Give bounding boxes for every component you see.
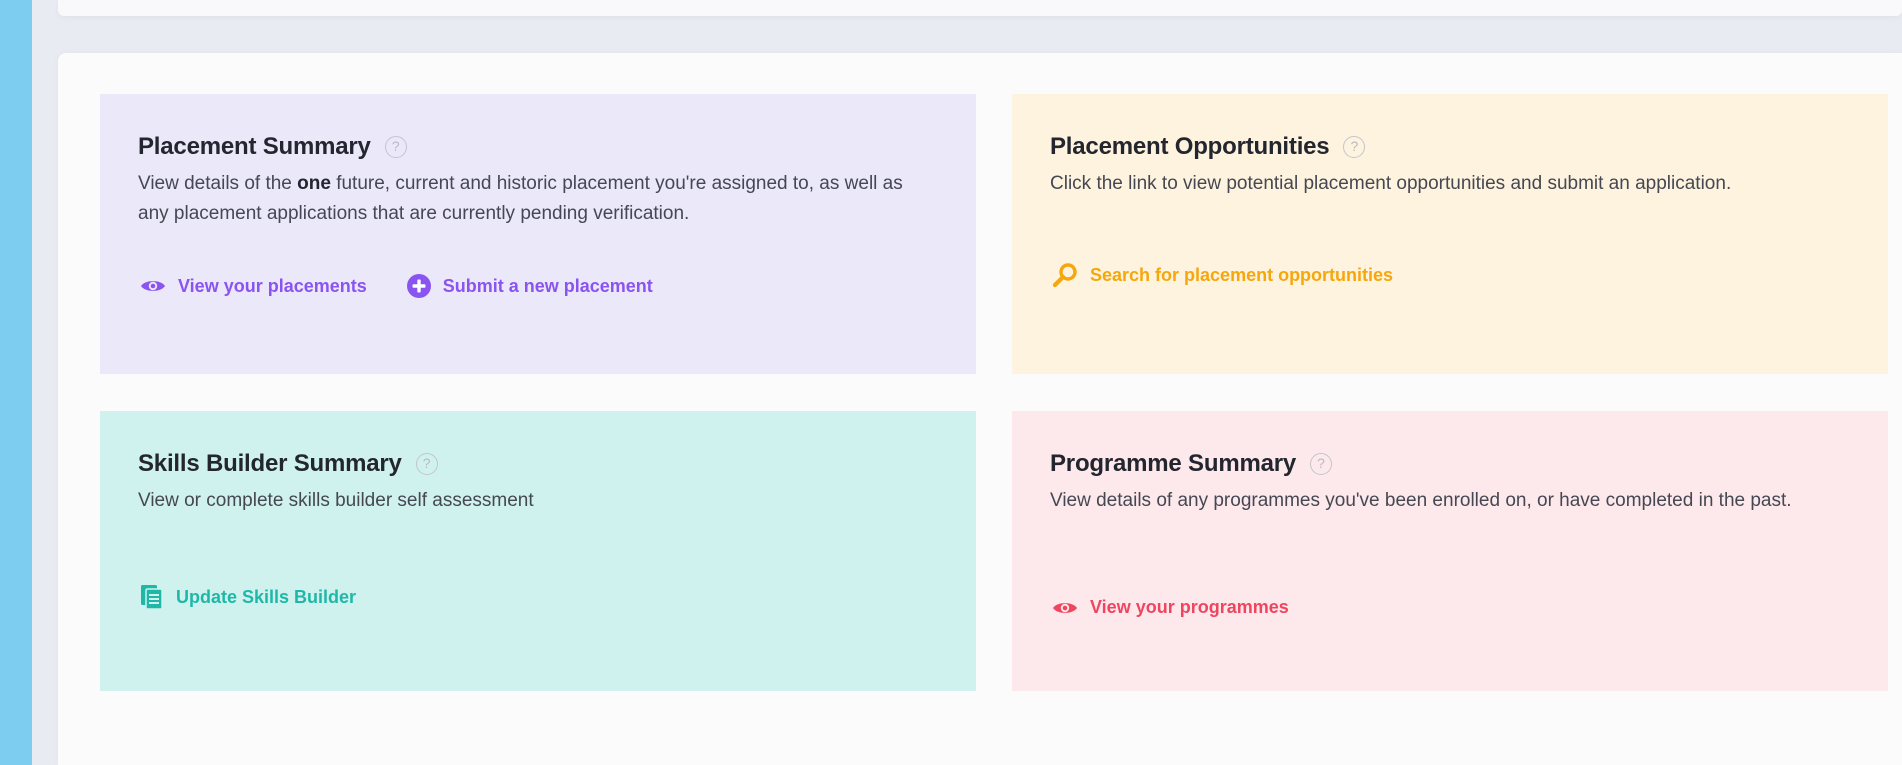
placement-summary-description: View details of the one future, current …: [138, 169, 938, 229]
placement-summary-card: Placement Summary ? View details of the …: [100, 94, 976, 374]
help-icon[interactable]: ?: [1310, 453, 1333, 475]
update-skills-builder-link[interactable]: Update Skills Builder: [140, 584, 356, 610]
search-icon: [1052, 263, 1077, 288]
placement-opportunities-card: Placement Opportunities ? Click the link…: [1012, 94, 1888, 374]
top-panel: [58, 0, 1902, 16]
skills-builder-title: Skills Builder Summary: [138, 450, 402, 477]
view-placements-label: View your placements: [178, 275, 367, 296]
document-icon: [141, 585, 163, 610]
eye-icon: [1053, 602, 1077, 613]
description-emphasis: one: [297, 173, 331, 194]
programme-summary-description: View details of any programmes you've be…: [1050, 490, 1792, 511]
view-programmes-link[interactable]: View your programmes: [1052, 597, 1289, 618]
placement-opportunities-description: Click the link to view potential placeme…: [1050, 173, 1732, 194]
plus-circle-icon: [406, 274, 431, 298]
help-icon[interactable]: ?: [415, 453, 438, 475]
skills-builder-card: Skills Builder Summary ? View or complet…: [100, 411, 976, 691]
programme-summary-title: Programme Summary: [1050, 450, 1297, 477]
placement-summary-title: Placement Summary: [138, 133, 371, 160]
view-placements-link[interactable]: View your placements: [140, 276, 367, 297]
help-icon[interactable]: ?: [1343, 136, 1366, 158]
description-text: View details of the: [138, 173, 298, 194]
skills-builder-description: View or complete skills builder self ass…: [138, 490, 534, 511]
search-opportunities-label: Search for placement opportunities: [1090, 264, 1394, 285]
programme-summary-card: Programme Summary ? View details of any …: [1012, 411, 1888, 691]
help-icon[interactable]: ?: [384, 136, 407, 158]
submit-placement-label: Submit a new placement: [442, 275, 653, 296]
search-opportunities-link[interactable]: Search for placement opportunities: [1052, 262, 1393, 288]
submit-placement-link[interactable]: Submit a new placement: [406, 274, 653, 298]
placement-opportunities-title: Placement Opportunities: [1050, 133, 1330, 160]
view-programmes-label: View your programmes: [1090, 597, 1289, 617]
update-skills-builder-label: Update Skills Builder: [176, 586, 357, 607]
eye-icon: [141, 281, 165, 291]
